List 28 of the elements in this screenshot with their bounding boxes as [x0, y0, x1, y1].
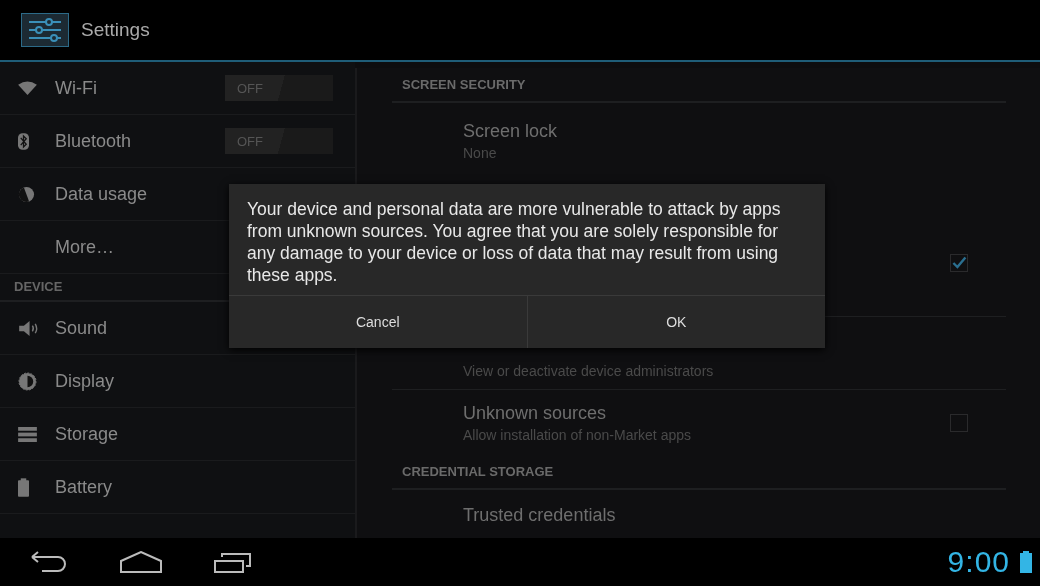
checkbox[interactable]	[950, 254, 968, 272]
battery-icon	[1020, 551, 1032, 573]
row-title[interactable]: Screen lock	[463, 121, 558, 142]
recent-apps-icon[interactable]	[214, 551, 252, 573]
sidebar-item[interactable]: Display	[0, 355, 355, 408]
sidebar-item[interactable]: Storage	[0, 408, 355, 461]
sidebar-item[interactable]: Battery	[0, 461, 355, 514]
row-title[interactable]: Unknown sources	[463, 402, 607, 424]
storage-icon	[18, 426, 37, 442]
app-title: Settings	[81, 19, 150, 41]
section-header: SCREEN SECURITY	[392, 68, 1006, 103]
row-title[interactable]: Trusted credentials	[463, 505, 616, 526]
section-header: CREDENTIAL STORAGE	[392, 455, 1006, 490]
home-icon[interactable]	[120, 551, 162, 573]
row-subtitle: Allow installation of non-Market apps	[463, 426, 691, 443]
brightness-icon	[18, 371, 37, 391]
settings-sliders-icon[interactable]	[21, 13, 69, 47]
bluetooth-icon	[18, 132, 29, 150]
battery-icon	[18, 477, 29, 497]
row-subtitle: View or deactivate device administrators	[463, 363, 714, 379]
dialog-button[interactable]: Cancel	[229, 296, 527, 348]
clock: 9:00	[947, 545, 1010, 579]
dialog-button[interactable]: OK	[526, 296, 825, 348]
wifi-icon	[18, 80, 37, 96]
checkbox[interactable]	[950, 413, 968, 432]
row-subtitle: None	[463, 145, 497, 161]
pie-chart-icon	[18, 185, 35, 203]
back-icon[interactable]	[30, 551, 68, 573]
